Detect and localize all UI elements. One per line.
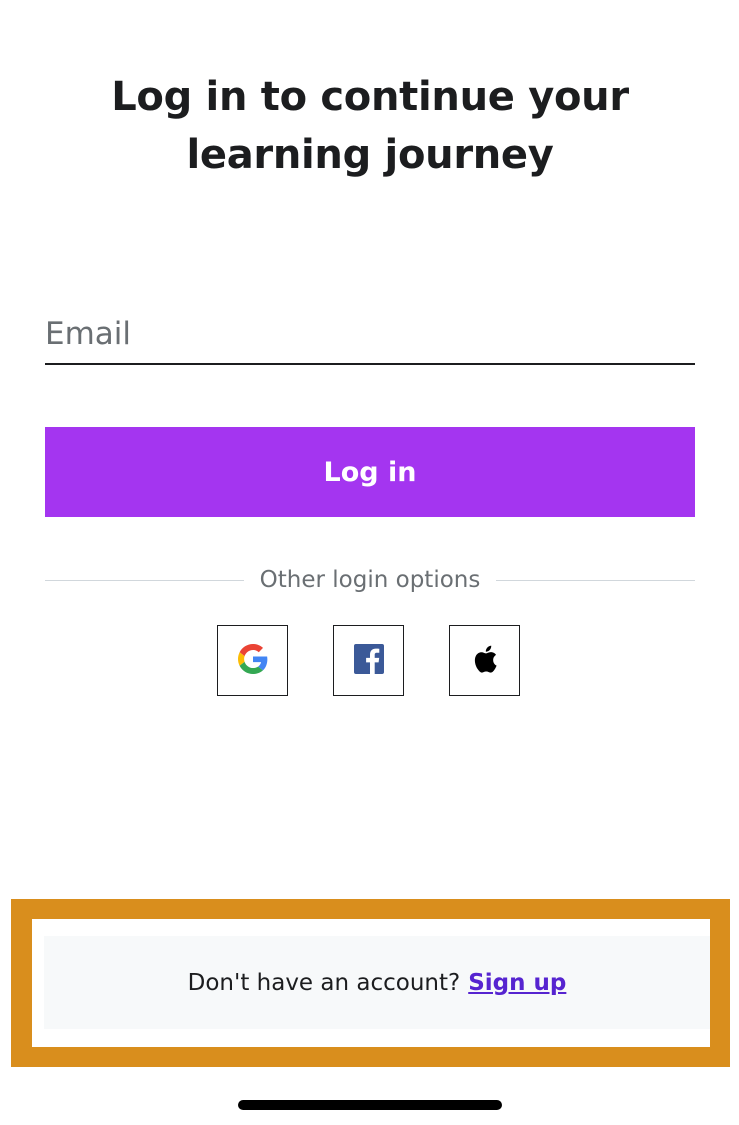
signup-container: Don't have an account? Sign up xyxy=(32,919,710,1047)
home-indicator xyxy=(238,1100,502,1110)
facebook-icon xyxy=(353,643,384,678)
signup-highlight-frame: Don't have an account? Sign up xyxy=(11,899,730,1067)
google-icon xyxy=(237,643,268,678)
signup-panel: Don't have an account? Sign up xyxy=(44,936,710,1029)
other-login-divider: Other login options xyxy=(45,563,696,597)
login-button[interactable]: Log in xyxy=(45,427,695,517)
apple-icon xyxy=(472,644,498,678)
signup-link[interactable]: Sign up xyxy=(468,970,566,996)
other-login-options-label: Other login options xyxy=(259,567,481,593)
divider-line-right xyxy=(496,579,696,581)
social-login-row xyxy=(217,625,523,699)
page-title: Log in to continue your learning journey xyxy=(111,74,629,178)
email-field[interactable] xyxy=(45,305,695,365)
google-login-button[interactable] xyxy=(217,625,288,696)
facebook-login-button[interactable] xyxy=(333,625,404,696)
signup-prompt: Don't have an account? xyxy=(187,969,461,996)
email-input[interactable] xyxy=(45,305,695,363)
login-button-label: Log in xyxy=(323,456,417,488)
divider-line-left xyxy=(45,579,244,581)
apple-login-button[interactable] xyxy=(449,625,520,696)
